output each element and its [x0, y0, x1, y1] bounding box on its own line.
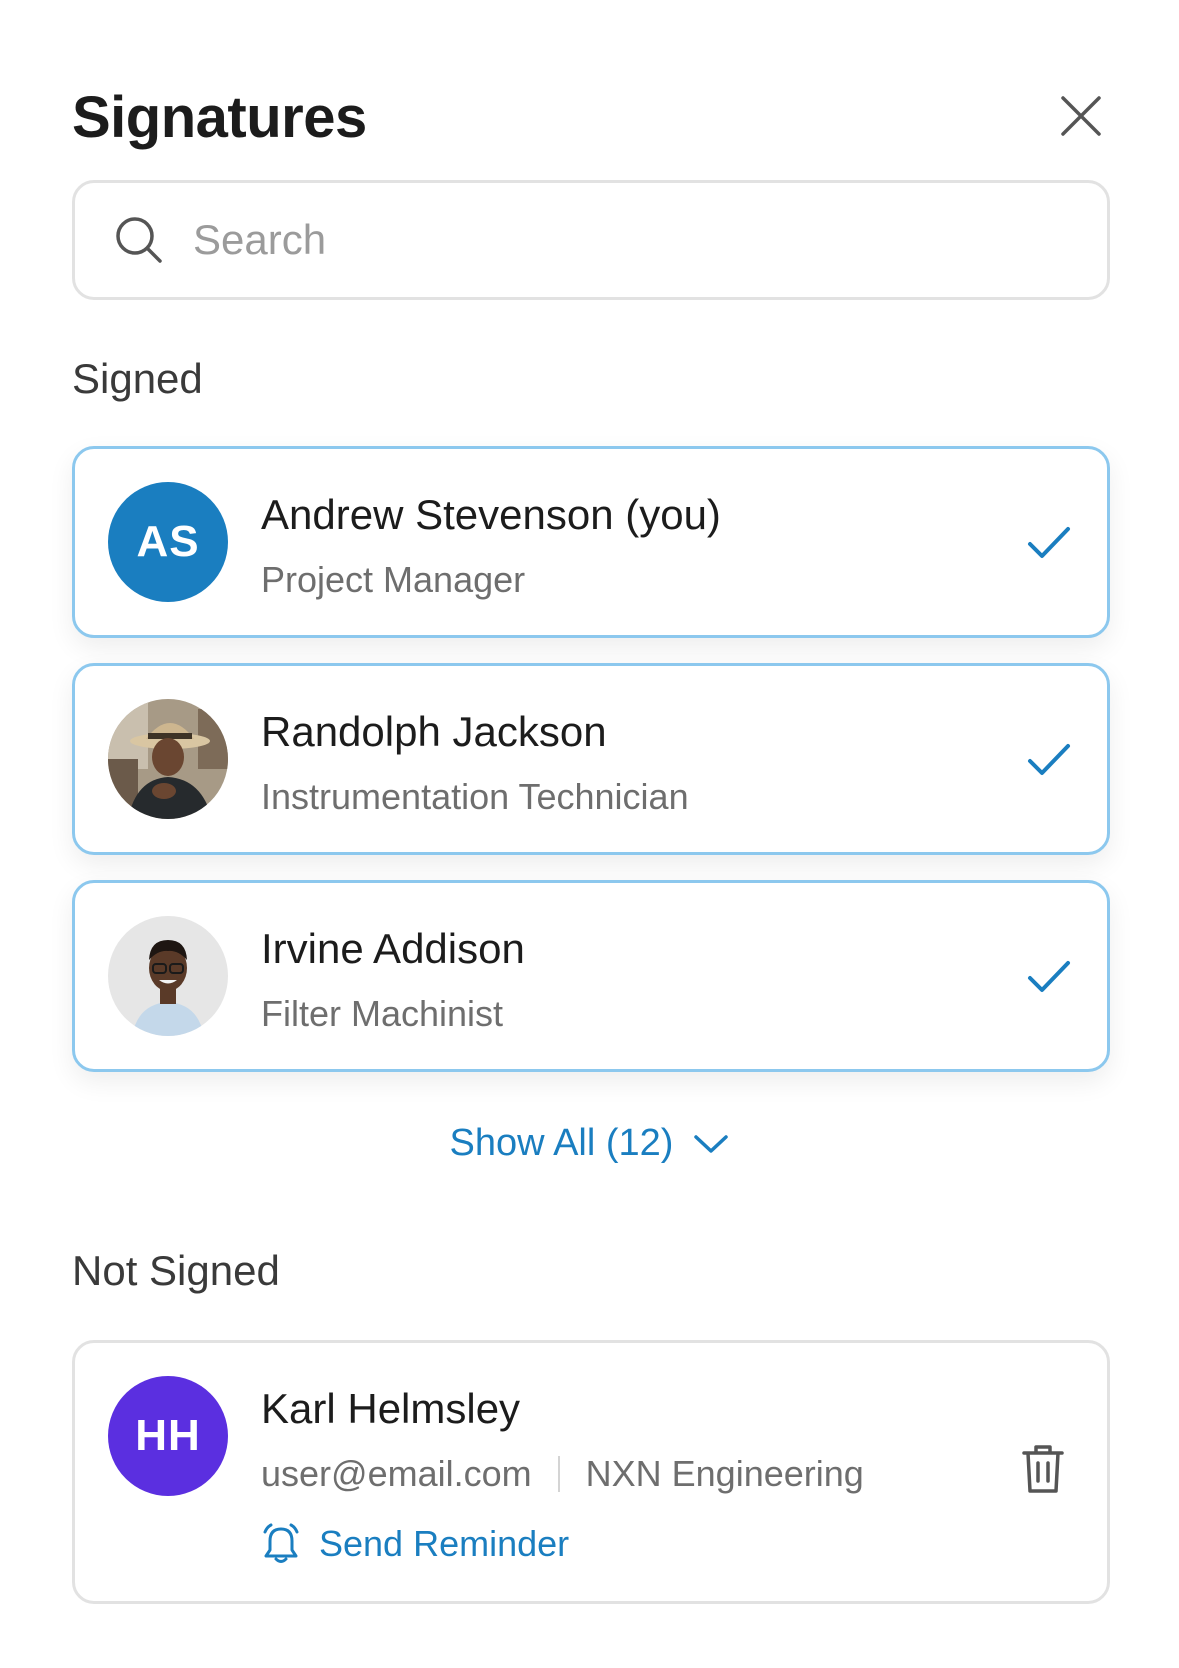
panel-header: Signatures	[72, 78, 1107, 158]
show-all-label: Show All (12)	[449, 1122, 674, 1164]
search-icon	[116, 217, 162, 263]
bell-icon	[263, 1523, 299, 1563]
check-icon	[1028, 527, 1070, 558]
search-box[interactable]	[72, 180, 1110, 300]
signer-name: Karl Helmsley	[261, 1385, 521, 1432]
section-label-signed: Signed	[72, 355, 203, 402]
signer-name: Andrew Stevenson (you)	[261, 491, 721, 538]
signer-card[interactable]: Irvine Addison Filter Machinist	[72, 880, 1110, 1072]
profile-photo	[108, 699, 228, 819]
signer-name: Randolph Jackson	[261, 708, 607, 755]
avatar	[108, 699, 228, 819]
trash-icon[interactable]	[1021, 1443, 1065, 1495]
signer-email: user@email.com	[261, 1453, 532, 1494]
close-button[interactable]	[1055, 90, 1107, 142]
close-icon	[1061, 96, 1101, 136]
signer-card[interactable]: AS Andrew Stevenson (you) Project Manage…	[72, 446, 1110, 638]
chevron-down-icon	[694, 1134, 729, 1153]
avatar	[108, 916, 228, 1036]
signer-role: Instrumentation Technician	[261, 776, 689, 817]
avatar: AS	[108, 482, 228, 602]
pending-signer-card[interactable]: HH Karl Helmsley user@email.com NXN Engi…	[72, 1340, 1110, 1604]
check-icon	[1028, 961, 1070, 992]
signer-role: Filter Machinist	[261, 993, 504, 1034]
send-reminder-button[interactable]: Send Reminder	[261, 1523, 569, 1565]
signer-meta: user@email.com NXN Engineering	[261, 1453, 864, 1495]
avatar: HH	[108, 1376, 228, 1496]
page-title: Signatures	[72, 85, 367, 150]
section-label-not-signed: Not Signed	[72, 1247, 280, 1294]
signer-role: Project Manager	[261, 559, 526, 600]
signer-card[interactable]: Randolph Jackson Instrumentation Technic…	[72, 663, 1110, 855]
send-reminder-label: Send Reminder	[319, 1523, 570, 1564]
signer-name: Irvine Addison	[261, 925, 525, 972]
profile-photo	[108, 916, 228, 1036]
search-input[interactable]	[193, 216, 1053, 264]
meta-divider	[557, 1456, 560, 1492]
signer-company: NXN Engineering	[585, 1453, 864, 1494]
signatures-panel: Signatures Signed AS Andrew Stevenson (y…	[0, 0, 1179, 1668]
show-all-button[interactable]: Show All (12)	[0, 1122, 1179, 1165]
check-icon	[1028, 744, 1070, 775]
